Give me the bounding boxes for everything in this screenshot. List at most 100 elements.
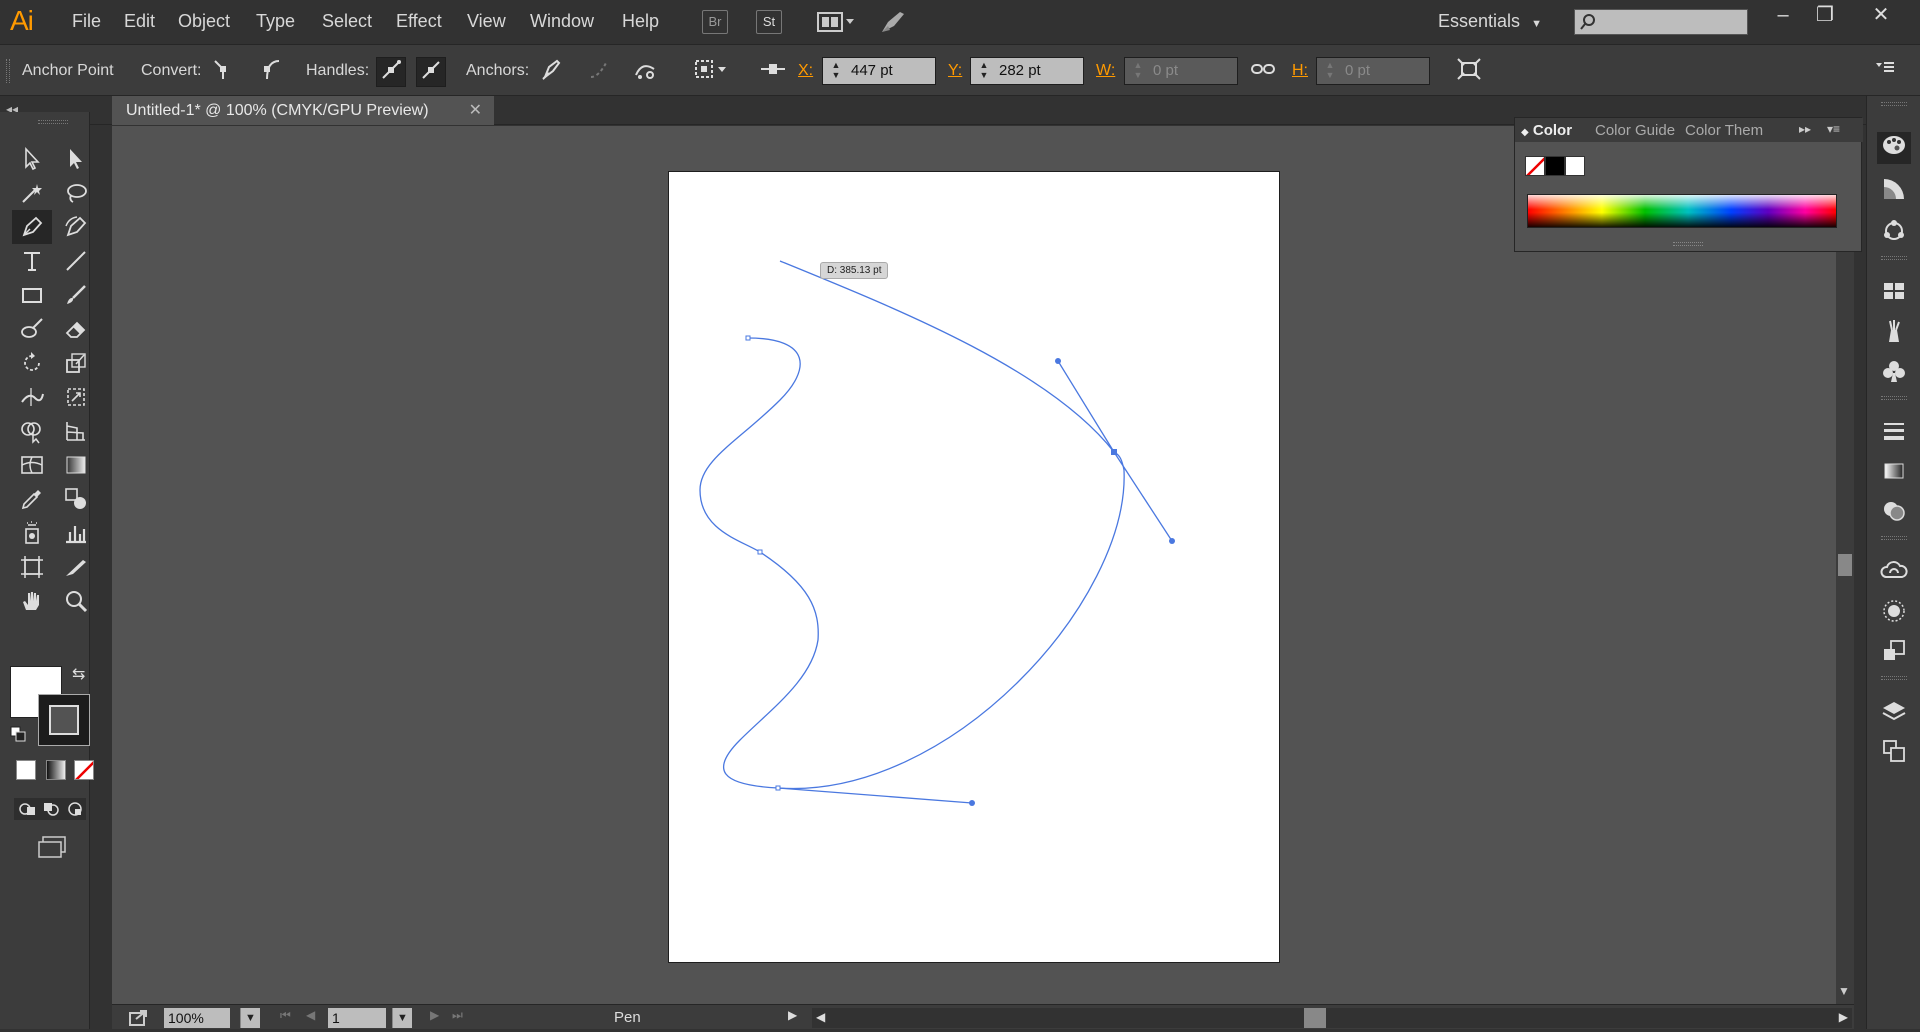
scroll-down-icon[interactable]: ▼: [1838, 984, 1850, 998]
scale-tool-icon[interactable]: [56, 346, 96, 380]
hide-handles-icon[interactable]: [416, 57, 446, 87]
stroke-swatch[interactable]: [38, 694, 90, 746]
isolate-object-icon[interactable]: [690, 57, 734, 87]
paintbrush-tool-icon[interactable]: [56, 278, 96, 312]
convert-to-corner-icon[interactable]: [208, 57, 238, 87]
eraser-tool-icon[interactable]: [56, 312, 96, 346]
menu-file[interactable]: File: [72, 11, 101, 32]
dock-grip[interactable]: [1881, 102, 1907, 106]
swap-fill-stroke-icon[interactable]: ⇆: [72, 664, 85, 684]
eyedropper-tool-icon[interactable]: [12, 482, 52, 516]
cut-path-icon[interactable]: [630, 57, 660, 87]
layers-icon[interactable]: [1877, 698, 1911, 730]
artboards-icon[interactable]: [1877, 738, 1911, 770]
connect-endpoints-icon[interactable]: [584, 57, 614, 87]
color-guide-icon[interactable]: [1877, 176, 1911, 208]
toolbar-grip[interactable]: [38, 120, 68, 124]
perspective-grid-tool-icon[interactable]: [56, 414, 96, 448]
show-handles-icon[interactable]: [376, 57, 406, 87]
w-stepper[interactable]: ▲ ▼: [1129, 60, 1147, 82]
gradient-mode-button[interactable]: [46, 760, 66, 780]
blend-tool-icon[interactable]: [56, 482, 96, 516]
zoom-dropdown-icon[interactable]: ▼: [240, 1008, 260, 1028]
last-artboard-icon[interactable]: ⏭: [452, 1008, 463, 1023]
brushes-icon[interactable]: [1877, 318, 1911, 350]
color-spectrum[interactable]: [1527, 194, 1837, 228]
h-field[interactable]: ▲ ▼ 0 pt: [1316, 57, 1430, 85]
h-stepper[interactable]: ▲ ▼: [1321, 60, 1339, 82]
artboard-tool-icon[interactable]: [12, 550, 52, 584]
artboard-number-field[interactable]: 1: [328, 1008, 386, 1028]
transform-icon[interactable]: [1454, 57, 1484, 87]
zoom-tool-icon[interactable]: [56, 584, 96, 618]
draw-behind-icon[interactable]: [42, 801, 60, 817]
y-stepper[interactable]: ▲ ▼: [975, 60, 993, 82]
color-panel-icon[interactable]: [1877, 132, 1911, 164]
w-field[interactable]: ▲ ▼ 0 pt: [1124, 57, 1238, 85]
draw-inside-icon[interactable]: [66, 801, 84, 817]
constrain-proportions-icon[interactable]: [1248, 57, 1278, 87]
menu-edit[interactable]: Edit: [124, 11, 155, 32]
arrange-documents-icon[interactable]: [816, 9, 860, 35]
panel-resize-grip[interactable]: [1673, 242, 1703, 246]
rectangle-tool-icon[interactable]: [12, 278, 52, 312]
gradient-icon[interactable]: [1877, 458, 1911, 490]
color-mode-button[interactable]: [16, 760, 36, 780]
zoom-field[interactable]: 100%: [164, 1008, 230, 1028]
free-transform-tool-icon[interactable]: [56, 380, 96, 414]
menu-type[interactable]: Type: [256, 11, 295, 32]
status-menu-icon[interactable]: ▶: [788, 1008, 797, 1022]
mesh-tool-icon[interactable]: [12, 448, 52, 482]
horizontal-scroll-thumb[interactable]: [1304, 1008, 1326, 1028]
white-swatch[interactable]: [1565, 156, 1585, 176]
panel-menu-icon[interactable]: ▾≡: [1827, 122, 1840, 136]
dock-grip[interactable]: [1881, 256, 1907, 260]
menu-window[interactable]: Window: [530, 11, 594, 32]
tab-color-guide[interactable]: Color Guide: [1595, 122, 1675, 139]
document-tab-close-icon[interactable]: ✕: [469, 96, 482, 125]
default-fill-stroke-icon[interactable]: [10, 726, 26, 742]
menu-effect[interactable]: Effect: [396, 11, 442, 32]
magic-wand-tool-icon[interactable]: [12, 176, 52, 210]
vertical-scrollbar[interactable]: ▼: [1836, 126, 1854, 1004]
stroke-icon[interactable]: [1877, 418, 1911, 450]
color-themes-icon[interactable]: [1877, 218, 1911, 250]
artboard-dropdown-icon[interactable]: ▼: [392, 1008, 412, 1028]
remove-anchor-icon[interactable]: [536, 57, 566, 87]
direct-selection-tool-icon[interactable]: [56, 142, 96, 176]
shape-builder-tool-icon[interactable]: [12, 414, 52, 448]
swatches-icon[interactable]: [1877, 278, 1911, 310]
line-segment-tool-icon[interactable]: [56, 244, 96, 278]
symbols-icon[interactable]: [1877, 358, 1911, 390]
scroll-left-icon[interactable]: ◀: [816, 1010, 825, 1024]
vertical-scroll-thumb[interactable]: [1838, 554, 1852, 576]
tab-color-themes[interactable]: Color Them: [1685, 122, 1763, 139]
y-field[interactable]: ▲ ▼ 282 pt: [970, 57, 1084, 85]
workspace-switcher[interactable]: Essentials ▼: [1438, 11, 1542, 32]
convert-to-smooth-icon[interactable]: [256, 57, 286, 87]
shaper-tool-icon[interactable]: [12, 312, 52, 346]
none-swatch[interactable]: [1525, 156, 1545, 176]
menu-view[interactable]: View: [467, 11, 506, 32]
hand-tool-icon[interactable]: [12, 584, 52, 618]
stock-button[interactable]: St: [756, 10, 782, 34]
x-field[interactable]: ▲ ▼ 447 pt: [822, 57, 936, 85]
screen-mode-icon[interactable]: [36, 834, 68, 860]
x-stepper[interactable]: ▲ ▼: [827, 60, 845, 82]
gradient-tool-icon[interactable]: [56, 448, 96, 482]
previous-artboard-icon[interactable]: ◀: [306, 1008, 315, 1022]
lasso-tool-icon[interactable]: [56, 176, 96, 210]
artboard[interactable]: [668, 171, 1280, 963]
black-swatch[interactable]: [1545, 156, 1565, 176]
menu-object[interactable]: Object: [178, 11, 230, 32]
none-mode-button[interactable]: [74, 760, 94, 780]
pen-tool-icon[interactable]: [12, 210, 52, 244]
menu-select[interactable]: Select: [322, 11, 372, 32]
next-artboard-icon[interactable]: ▶: [430, 1008, 439, 1022]
align-icon[interactable]: [758, 57, 788, 87]
dock-grip[interactable]: [1881, 536, 1907, 540]
symbol-sprayer-tool-icon[interactable]: [12, 516, 52, 550]
restore-button[interactable]: ❐: [1804, 0, 1846, 30]
tab-color[interactable]: ◆ Color: [1521, 122, 1572, 139]
more-tabs-icon[interactable]: ▸▸: [1799, 122, 1811, 136]
